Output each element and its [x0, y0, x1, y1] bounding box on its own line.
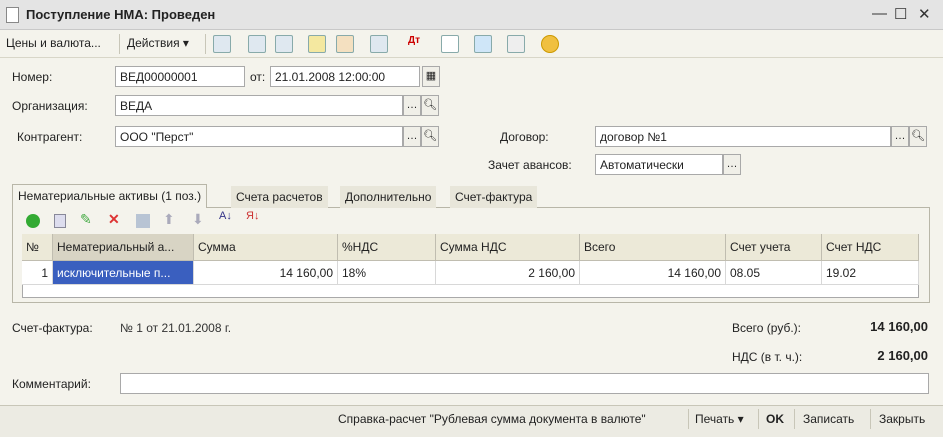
tab-accounts[interactable]: Счета расчетов	[231, 186, 328, 208]
prices-button[interactable]: Цены и валюта...	[6, 36, 101, 50]
org-select-button[interactable]: …	[403, 95, 421, 116]
org-field[interactable]: ВЕДА	[115, 95, 403, 116]
minimize-button[interactable]: —	[872, 5, 887, 22]
delete-icon[interactable]: ✕	[108, 211, 120, 228]
print-menu[interactable]: Печать ▾	[695, 412, 744, 426]
column-header[interactable]: Всего	[580, 234, 726, 261]
refresh-icon[interactable]	[248, 35, 266, 53]
column-header[interactable]: №	[22, 234, 53, 261]
close-button[interactable]: ✕	[918, 5, 931, 23]
contract-select-button[interactable]: …	[891, 126, 909, 147]
comment-label: Комментарий:	[12, 377, 91, 391]
table-cell[interactable]: 08.05	[726, 261, 822, 285]
advance-field[interactable]: Автоматически	[595, 154, 723, 175]
date-field[interactable]: 21.01.2008 12:00:00	[270, 66, 420, 87]
column-header[interactable]: Нематериальный а...	[53, 234, 194, 261]
table-cell[interactable]: 18%	[338, 261, 436, 285]
total-label: Всего (руб.):	[732, 321, 802, 335]
title-bar: Поступление НМА: Проведен — ☐ ✕	[0, 0, 943, 30]
based-on-icon[interactable]	[370, 35, 388, 53]
number-field[interactable]: ВЕД00000001	[115, 66, 245, 87]
contractor-label: Контрагент:	[17, 130, 83, 144]
window-title: Поступление НМА: Проведен	[26, 7, 216, 22]
table-cell[interactable]: исключительные п...	[53, 261, 194, 285]
dt-kt-icon[interactable]: Дт	[408, 35, 426, 53]
report-button[interactable]: Справка-расчет "Рублевая сумма документа…	[338, 412, 646, 426]
column-header[interactable]: %НДС	[338, 234, 436, 261]
move-up-icon[interactable]: ⬆	[163, 211, 175, 228]
contractor-select-button[interactable]: …	[403, 126, 421, 147]
sort-asc-icon[interactable]: A↓	[219, 210, 232, 222]
column-header[interactable]: Сумма	[194, 234, 338, 261]
invoice-label: Счет-фактура:	[12, 321, 93, 335]
actions-menu[interactable]: Действия ▾	[127, 36, 189, 50]
move-down-icon[interactable]: ⬇	[192, 211, 204, 228]
column-header[interactable]: Счет НДС	[822, 234, 919, 261]
add-icon[interactable]	[26, 214, 40, 228]
advance-select-button[interactable]: …	[723, 154, 741, 175]
column-header[interactable]: Сумма НДС	[436, 234, 580, 261]
help-icon[interactable]	[541, 35, 559, 53]
invoice-link[interactable]: № 1 от 21.01.2008 г.	[120, 321, 231, 335]
contract-field[interactable]: договор №1	[595, 126, 891, 147]
ok-button[interactable]: OK	[766, 412, 784, 426]
tab-intangible-assets[interactable]: Нематериальные активы (1 поз.)	[12, 184, 208, 208]
contract-label: Договор:	[500, 130, 549, 144]
org-open-icon[interactable]: 🔍︎	[421, 95, 439, 116]
maximize-button[interactable]: ☐	[894, 5, 907, 23]
list-icon[interactable]	[507, 35, 525, 53]
post-icon[interactable]	[213, 35, 231, 53]
save-button[interactable]: Записать	[803, 412, 854, 426]
copy-row-icon[interactable]	[54, 214, 66, 228]
advance-label: Зачет авансов:	[488, 158, 572, 172]
table-cell[interactable]: 2 160,00	[436, 261, 580, 285]
table-cell[interactable]: 14 160,00	[580, 261, 726, 285]
comment-field[interactable]	[120, 373, 929, 394]
vat-label: НДС (в т. ч.):	[732, 350, 803, 364]
contractor-field[interactable]: ООО "Перст"	[115, 126, 403, 147]
filter-icon[interactable]	[474, 35, 492, 53]
edit-icon[interactable]: ✎	[80, 211, 92, 228]
contract-open-icon[interactable]: 🔍︎	[909, 126, 927, 147]
vat-value: 2 160,00	[877, 348, 928, 363]
table-cell[interactable]: 14 160,00	[194, 261, 338, 285]
copy-icon[interactable]	[275, 35, 293, 53]
total-value: 14 160,00	[870, 319, 928, 334]
number-label: Номер:	[12, 70, 53, 84]
document-in-icon[interactable]	[308, 35, 326, 53]
document-icon	[6, 7, 19, 23]
table-cell[interactable]: 19.02	[822, 261, 919, 285]
tab-additional[interactable]: Дополнительно	[340, 186, 437, 208]
contractor-open-icon[interactable]: 🔍︎	[421, 126, 439, 147]
org-label: Организация:	[12, 99, 88, 113]
document-out-icon[interactable]	[336, 35, 354, 53]
date-label: от:	[250, 70, 266, 84]
calendar-icon[interactable]: ▦	[422, 66, 440, 87]
sort-desc-icon[interactable]: Я↓	[246, 210, 259, 222]
table-cell[interactable]: 1	[22, 261, 53, 285]
column-header[interactable]: Счет учета	[726, 234, 822, 261]
report-icon[interactable]	[441, 35, 459, 53]
end-edit-icon[interactable]	[136, 214, 150, 228]
tab-invoice[interactable]: Счет-фактура	[450, 186, 538, 208]
close-form-button[interactable]: Закрыть	[879, 412, 925, 426]
